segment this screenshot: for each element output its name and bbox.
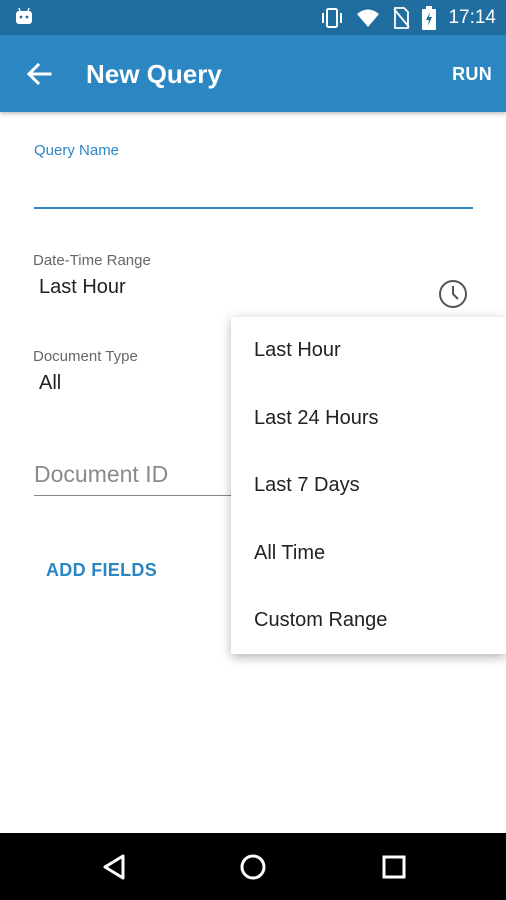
recents-nav-icon[interactable] — [377, 850, 411, 884]
add-fields-button[interactable]: ADD FIELDS — [46, 560, 157, 581]
datetime-range-value[interactable]: Last Hour — [39, 276, 126, 299]
android-icon — [16, 8, 32, 24]
clock-icon[interactable] — [437, 278, 469, 310]
dropdown-item-custom-range[interactable]: Custom Range — [254, 609, 387, 632]
home-nav-icon[interactable] — [236, 850, 270, 884]
dropdown-item-last-7-days[interactable]: Last 7 Days — [254, 474, 360, 497]
no-sim-icon — [393, 6, 411, 29]
document-type-value[interactable]: All — [39, 372, 61, 395]
navigation-bar — [0, 833, 506, 900]
app-bar: New Query RUN — [0, 35, 506, 112]
dropdown-item-all-time[interactable]: All Time — [254, 542, 325, 565]
back-nav-icon[interactable] — [97, 850, 131, 884]
datetime-range-label: Date-Time Range — [33, 252, 151, 269]
battery-charging-icon — [422, 5, 437, 30]
back-arrow-icon[interactable] — [24, 59, 54, 89]
dropdown-item-last-24-hours[interactable]: Last 24 Hours — [254, 407, 379, 430]
run-button[interactable]: RUN — [452, 64, 492, 85]
datetime-range-dropdown: Last Hour Last 24 Hours Last 7 Days All … — [231, 317, 506, 654]
page-title: New Query — [86, 59, 222, 89]
status-bar: 17:14 — [0, 0, 506, 35]
vibrate-icon — [322, 7, 343, 28]
wifi-icon — [357, 9, 380, 27]
dropdown-item-last-hour[interactable]: Last Hour — [254, 339, 341, 362]
query-name-label: Query Name — [34, 142, 120, 159]
status-time: 17:14 — [448, 6, 496, 28]
query-name-input[interactable] — [34, 165, 473, 209]
document-type-label: Document Type — [33, 348, 138, 365]
